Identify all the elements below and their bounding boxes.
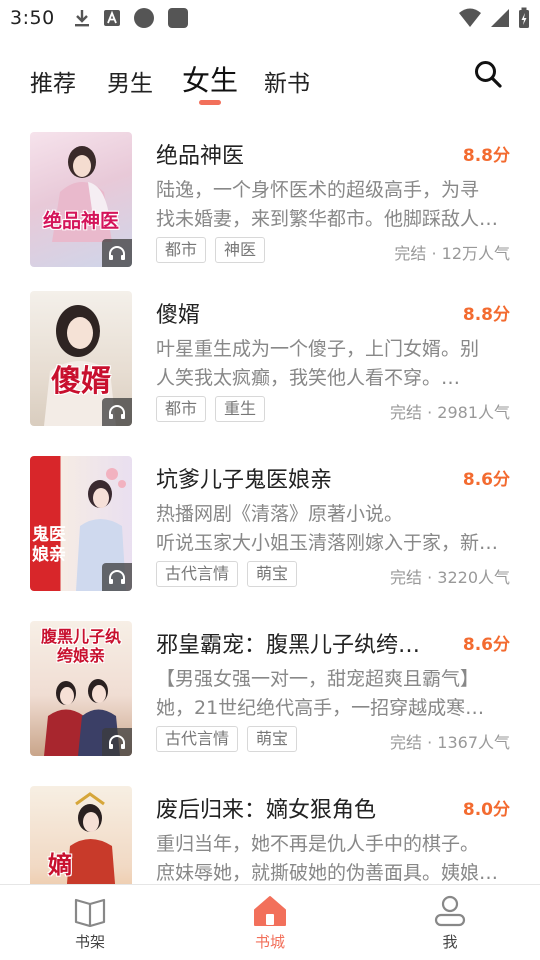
signal-icon [491, 9, 509, 27]
desc-line: 找未婚妻，来到繁华都市。他脚踩敌人… [156, 208, 499, 230]
book-cover[interactable]: 鬼医娘亲 [30, 456, 132, 591]
book-title[interactable]: 废后归来：嫡女狠角色 [156, 792, 446, 824]
nav-label: 书架 [74, 933, 105, 951]
desc-line: 陆逸，一个身怀医术的超级高手，为寻 [156, 179, 480, 201]
book-score: 8.8分 [462, 146, 510, 166]
book-tag[interactable]: 古代言情 [156, 561, 239, 587]
book-cover[interactable]: 腹黑儿子纨绔娘亲 [30, 621, 132, 756]
home-icon [254, 896, 286, 926]
book-score: 8.6分 [462, 470, 510, 490]
book-tags: 古代言情 萌宝 [156, 561, 298, 587]
book-item[interactable]: 傻婿 傻婿 8.8分 叶星重生成为一个傻子，上门女婿。别 人笑我太疯癫，我笑他人… [0, 291, 540, 451]
book-item[interactable]: 腹黑儿子纨绔娘亲 邪皇霸宠：腹黑儿子纨绔… 8.6分 【男强女强一对一，甜宠超爽… [0, 621, 540, 781]
square-icon [167, 8, 188, 28]
desc-line: 叶星重生成为一个傻子，上门女婿。别 [156, 338, 480, 360]
book-list[interactable]: 绝品神医 绝品神医 8.8分 陆逸，一个身怀医术的超级高手，为寻 找未婚妻，来到… [0, 120, 540, 884]
book-tag[interactable]: 神医 [215, 237, 266, 263]
cover-title: 鬼医娘亲 [32, 525, 66, 565]
desc-line: 热播网剧《清落》原著小说。 [156, 503, 404, 525]
book-title[interactable]: 傻婿 [156, 297, 446, 329]
headphones-icon [102, 239, 132, 267]
book-score: 8.6分 [462, 635, 510, 655]
book-score: 8.8分 [462, 305, 510, 325]
category-tabs: 推荐 男生 女生 新书 [0, 50, 540, 110]
book-item[interactable]: 鬼医娘亲 坑爹儿子鬼医娘亲 8.6分 热播网剧《清落》原著小说。 听说玉家大小姐… [0, 456, 540, 616]
headphones-icon [102, 728, 132, 756]
tab-female[interactable]: 女生 [182, 59, 238, 99]
book-meta: 完结 · 2981人气 [390, 403, 510, 422]
download-icon [74, 10, 89, 27]
book-tags: 都市 神医 [156, 237, 266, 263]
book-description: 陆逸，一个身怀医术的超级高手，为寻 找未婚妻，来到繁华都市。他脚踩敌人… [156, 176, 512, 234]
desc-line: 【男强女强一对一，甜宠超爽且霸气】 [156, 668, 480, 690]
desc-line: 听说玉家大小姐玉清落刚嫁入于家，新… [156, 532, 499, 554]
book-item[interactable]: 嫡女 废后归来：嫡女狠角色 8.0分 重归当年，她不再是仇人手中的棋子。 庶妹辱… [0, 786, 540, 884]
tab-male[interactable]: 男生 [107, 64, 153, 98]
book-icon [74, 898, 106, 927]
book-tag[interactable]: 重生 [215, 396, 266, 422]
book-tag[interactable]: 萌宝 [247, 561, 298, 587]
book-tag[interactable]: 都市 [156, 237, 207, 263]
desc-line: 庶妹辱她，就撕破她的伪善面具。姨娘… [156, 862, 499, 884]
nav-label: 我 [442, 933, 458, 951]
book-score: 8.0分 [462, 800, 510, 820]
book-title[interactable]: 绝品神医 [156, 138, 446, 170]
book-description: 叶星重生成为一个傻子，上门女婿。别 人笑我太疯癫，我笑他人看不穿。… [156, 335, 512, 393]
wifi-icon [459, 8, 481, 27]
book-tag[interactable]: 都市 [156, 396, 207, 422]
nav-profile[interactable]: 我 [360, 885, 540, 960]
a-box-icon [103, 10, 120, 26]
book-tag[interactable]: 萌宝 [247, 726, 298, 752]
book-meta: 完结 · 12万人气 [394, 244, 510, 263]
book-cover[interactable]: 绝品神医 [30, 132, 132, 267]
cover-title: 傻婿 [51, 364, 111, 399]
cover-title: 腹黑儿子纨绔娘亲 [40, 627, 121, 665]
nav-label: 书城 [254, 933, 285, 951]
book-description: 重归当年，她不再是仇人手中的棋子。 庶妹辱她，就撕破她的伪善面具。姨娘… [156, 830, 512, 884]
nav-bookstore[interactable]: 书城 [180, 885, 360, 960]
desc-line: 重归当年，她不再是仇人手中的棋子。 [156, 833, 480, 855]
book-description: 热播网剧《清落》原著小说。 听说玉家大小姐玉清落刚嫁入于家，新… [156, 500, 512, 558]
active-tab-indicator [199, 100, 221, 105]
book-description: 【男强女强一对一，甜宠超爽且霸气】 她，21世纪绝代高手，一招穿越成寒… [156, 665, 512, 723]
desc-line: 人笑我太疯癫，我笑他人看不穿。… [156, 367, 461, 389]
status-left-icons [73, 7, 189, 29]
nav-bookshelf[interactable]: 书架 [0, 885, 180, 960]
bottom-nav: 书架 书城 我 [0, 884, 540, 960]
user-icon [434, 895, 466, 927]
cover-title: 嫡女 [48, 850, 72, 879]
tab-new-books[interactable]: 新书 [264, 64, 310, 98]
book-title[interactable]: 邪皇霸宠：腹黑儿子纨绔… [156, 627, 446, 659]
circle-icon [133, 8, 154, 28]
headphones-icon [102, 398, 132, 426]
book-item[interactable]: 绝品神医 绝品神医 8.8分 陆逸，一个身怀医术的超级高手，为寻 找未婚妻，来到… [0, 132, 540, 292]
status-bar: 3:50 [0, 0, 540, 36]
status-right-icons [458, 7, 530, 29]
book-tags: 都市 重生 [156, 396, 266, 422]
book-title[interactable]: 坑爹儿子鬼医娘亲 [156, 462, 446, 494]
search-icon[interactable] [472, 58, 504, 90]
book-meta: 完结 · 3220人气 [390, 568, 510, 587]
book-tag[interactable]: 古代言情 [156, 726, 239, 752]
desc-line: 她，21世纪绝代高手，一招穿越成寒… [156, 697, 485, 719]
status-time: 3:50 [10, 7, 55, 29]
book-cover[interactable]: 嫡女 [30, 786, 132, 884]
book-tags: 古代言情 萌宝 [156, 726, 298, 752]
tab-recommend[interactable]: 推荐 [30, 64, 76, 98]
book-cover[interactable]: 傻婿 [30, 291, 132, 426]
cover-title: 绝品神医 [42, 210, 119, 232]
battery-charging-icon [519, 7, 529, 28]
headphones-icon [102, 563, 132, 591]
book-meta: 完结 · 1367人气 [390, 733, 510, 752]
